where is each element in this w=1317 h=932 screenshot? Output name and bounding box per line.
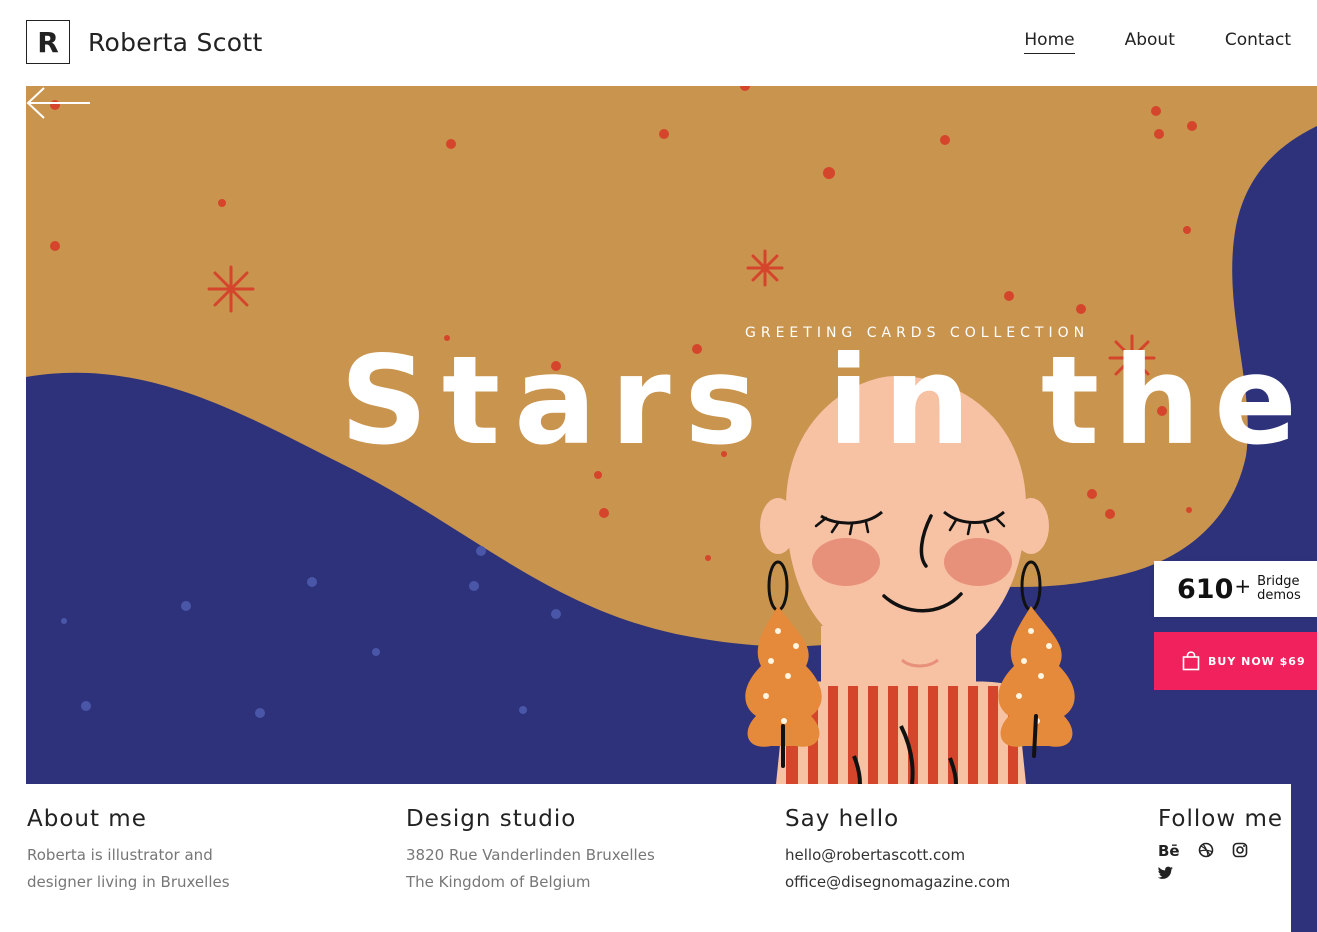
edge-strip xyxy=(1291,784,1317,932)
demos-label-line1: Bridge xyxy=(1257,574,1300,589)
brand-name[interactable]: Roberta Scott xyxy=(88,28,263,57)
main-nav: Home About Contact xyxy=(1024,30,1291,54)
footer-studio-title: Design studio xyxy=(406,806,577,832)
nav-contact[interactable]: Contact xyxy=(1225,30,1291,54)
site-header: R Roberta Scott Home About Contact xyxy=(0,0,1317,86)
footer-hello-title: Say hello xyxy=(785,806,900,832)
footer-about-line2: designer living in Bruxelles xyxy=(27,873,230,891)
demos-count: 610 xyxy=(1177,573,1234,605)
twitter-icon[interactable] xyxy=(1158,866,1174,880)
footer-about-title: About me xyxy=(27,806,147,832)
nav-home[interactable]: Home xyxy=(1024,30,1075,54)
shopping-bag-icon xyxy=(1182,651,1200,671)
footer: About me Roberta is illustrator and desi… xyxy=(0,784,1291,932)
dribbble-icon[interactable] xyxy=(1198,842,1214,858)
buy-now-label: BUY NOW $69 xyxy=(1208,654,1306,668)
footer-follow: Follow me Bē xyxy=(1158,806,1283,880)
footer-studio: Design studio 3820 Rue Vanderlinden Brux… xyxy=(406,806,655,896)
buy-now-button[interactable]: BUY NOW $69 xyxy=(1154,632,1317,690)
demos-plus: + xyxy=(1234,574,1252,598)
demos-badge[interactable]: 610 + Bridge demos xyxy=(1154,561,1317,617)
demos-label-line2: demos xyxy=(1257,588,1301,603)
footer-hello: Say hello hello@robertascott.com office@… xyxy=(785,806,1010,896)
footer-studio-line2: The Kingdom of Belgium xyxy=(406,873,591,891)
footer-studio-line1: 3820 Rue Vanderlinden Bruxelles xyxy=(406,846,655,864)
behance-icon[interactable]: Bē xyxy=(1158,842,1180,860)
email-link-office[interactable]: office@disegnomagazine.com xyxy=(785,869,1010,896)
logo-mark[interactable]: R xyxy=(26,20,70,64)
email-link-hello[interactable]: hello@robertascott.com xyxy=(785,842,1010,869)
hero-headline: Stars in the ho xyxy=(340,330,1317,472)
hero-slider: GREETING CARDS COLLECTION Stars in the h… xyxy=(26,86,1317,784)
demos-label: Bridge demos xyxy=(1257,575,1301,603)
footer-about-line1: Roberta is illustrator and xyxy=(27,846,213,864)
social-links: Bē xyxy=(1158,842,1268,880)
footer-about: About me Roberta is illustrator and desi… xyxy=(27,806,230,896)
instagram-icon[interactable] xyxy=(1232,842,1248,858)
nav-about[interactable]: About xyxy=(1125,30,1175,54)
footer-follow-title: Follow me xyxy=(1158,806,1284,832)
arrow-left-icon[interactable] xyxy=(26,86,92,120)
